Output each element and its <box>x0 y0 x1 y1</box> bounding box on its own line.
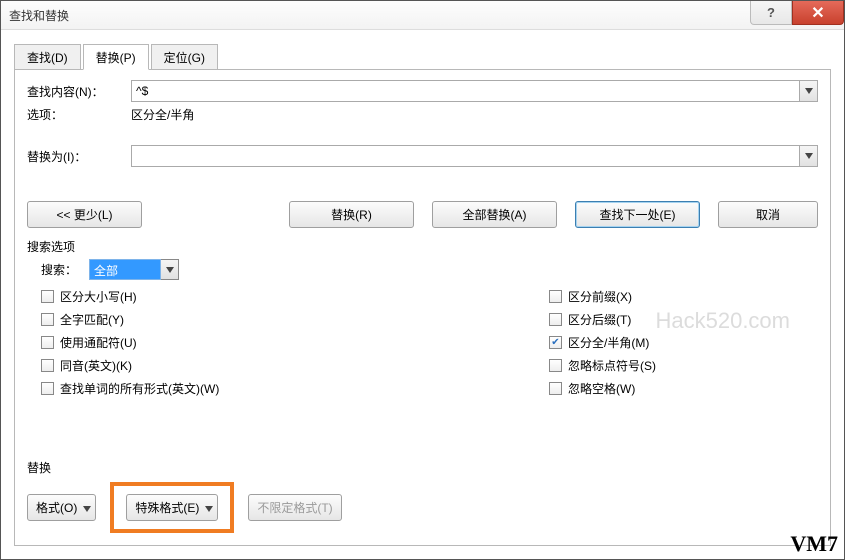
find-dropdown-button[interactable] <box>800 80 818 102</box>
tab-bar: 查找(D) 替换(P) 定位(G) <box>14 43 831 69</box>
help-icon: ? <box>767 5 775 20</box>
tab-replace[interactable]: 替换(P) <box>83 44 149 70</box>
find-input[interactable] <box>131 80 800 102</box>
options-row: 选项： 区分全/半角 <box>27 106 818 123</box>
close-button[interactable]: ✕ <box>792 1 844 25</box>
replace-combo <box>131 145 818 167</box>
titlebar-buttons: ? ✕ <box>750 1 844 29</box>
search-direction-row: 搜索： 全部 <box>41 259 818 280</box>
window-title: 查找和替换 <box>9 7 69 24</box>
content-area: 查找(D) 替换(P) 定位(G) 查找内容(N)： 选项： 区分全/半角 <box>14 43 831 546</box>
options-label: 选项： <box>27 106 131 123</box>
find-next-button[interactable]: 查找下一处(E) <box>575 201 700 228</box>
check-suffix[interactable]: 区分后缀(T) <box>549 311 656 328</box>
find-label: 查找内容(N)： <box>27 83 131 100</box>
replace-dropdown-button[interactable] <box>800 145 818 167</box>
titlebar: 查找和替换 ? ✕ <box>1 1 844 30</box>
checkbox-icon <box>549 336 562 349</box>
bottom-buttons: 格式(O) 特殊格式(E) 不限定格式(T) <box>27 482 818 533</box>
checkbox-icon <box>549 313 562 326</box>
bottom-label: 替换 <box>27 459 818 476</box>
less-button[interactable]: << 更少(L) <box>27 201 142 228</box>
check-full-half-width[interactable]: 区分全/半角(M) <box>549 334 656 351</box>
replace-row: 替换为(I)： <box>27 145 818 167</box>
tab-panel: 查找内容(N)： 选项： 区分全/半角 替换为(I)： <box>14 69 831 546</box>
help-button[interactable]: ? <box>750 1 792 25</box>
checkbox-grid: 区分大小写(H) 全字匹配(Y) 使用通配符(U) 同音(英文)(K) 查找单词… <box>41 288 818 397</box>
search-direction-drop[interactable] <box>161 259 179 280</box>
no-format-button: 不限定格式(T) <box>248 494 341 521</box>
cancel-button[interactable]: 取消 <box>718 201 818 228</box>
check-ignore-punct[interactable]: 忽略标点符号(S) <box>549 357 656 374</box>
checkbox-icon <box>549 382 562 395</box>
checkbox-column-right: 区分前缀(X) 区分后缀(T) 区分全/半角(M) 忽略标点符号(S) 忽略空格… <box>549 288 656 397</box>
checkbox-icon <box>549 359 562 372</box>
check-sounds-like[interactable]: 同音(英文)(K) <box>41 357 549 374</box>
replace-all-button[interactable]: 全部替换(A) <box>432 201 557 228</box>
checkbox-icon <box>41 359 54 372</box>
checkbox-column-left: 区分大小写(H) 全字匹配(Y) 使用通配符(U) 同音(英文)(K) 查找单词… <box>41 288 549 397</box>
chevron-down-icon <box>83 501 91 515</box>
check-prefix[interactable]: 区分前缀(X) <box>549 288 656 305</box>
options-value: 区分全/半角 <box>131 106 194 123</box>
find-combo <box>131 80 818 102</box>
bottom-area: 替换 格式(O) 特殊格式(E) 不限定格式(T) <box>27 459 818 533</box>
chevron-down-icon <box>205 501 213 515</box>
search-direction-value: 全部 <box>89 259 161 280</box>
special-format-highlight: 特殊格式(E) <box>110 482 234 533</box>
checkbox-icon <box>41 290 54 303</box>
replace-button[interactable]: 替换(R) <box>289 201 414 228</box>
checkbox-icon <box>41 313 54 326</box>
check-wildcards[interactable]: 使用通配符(U) <box>41 334 549 351</box>
chevron-down-icon <box>805 88 813 94</box>
tab-find[interactable]: 查找(D) <box>14 44 81 70</box>
special-format-button[interactable]: 特殊格式(E) <box>126 494 218 521</box>
chevron-down-icon <box>805 153 813 159</box>
checkbox-icon <box>41 382 54 395</box>
badge-text: VM7 <box>790 531 838 557</box>
replace-label: 替换为(I)： <box>27 148 131 165</box>
search-options-label: 搜索选项 <box>27 238 818 255</box>
search-direction-select[interactable]: 全部 <box>89 259 179 280</box>
chevron-down-icon <box>166 267 174 273</box>
replace-input[interactable] <box>131 145 800 167</box>
search-label: 搜索： <box>41 261 89 278</box>
checkbox-icon <box>549 290 562 303</box>
check-ignore-spaces[interactable]: 忽略空格(W) <box>549 380 656 397</box>
action-buttons: << 更少(L) 替换(R) 全部替换(A) 查找下一处(E) 取消 <box>27 201 818 228</box>
check-whole-word[interactable]: 全字匹配(Y) <box>41 311 549 328</box>
tab-goto[interactable]: 定位(G) <box>151 44 218 70</box>
dialog-window: 查找和替换 ? ✕ 查找(D) 替换(P) 定位(G) 查找内容(N)： <box>0 0 845 560</box>
close-icon: ✕ <box>811 3 824 23</box>
check-word-forms[interactable]: 查找单词的所有形式(英文)(W) <box>41 380 549 397</box>
checkbox-icon <box>41 336 54 349</box>
find-row: 查找内容(N)： <box>27 80 818 102</box>
format-button[interactable]: 格式(O) <box>27 494 96 521</box>
check-match-case[interactable]: 区分大小写(H) <box>41 288 549 305</box>
